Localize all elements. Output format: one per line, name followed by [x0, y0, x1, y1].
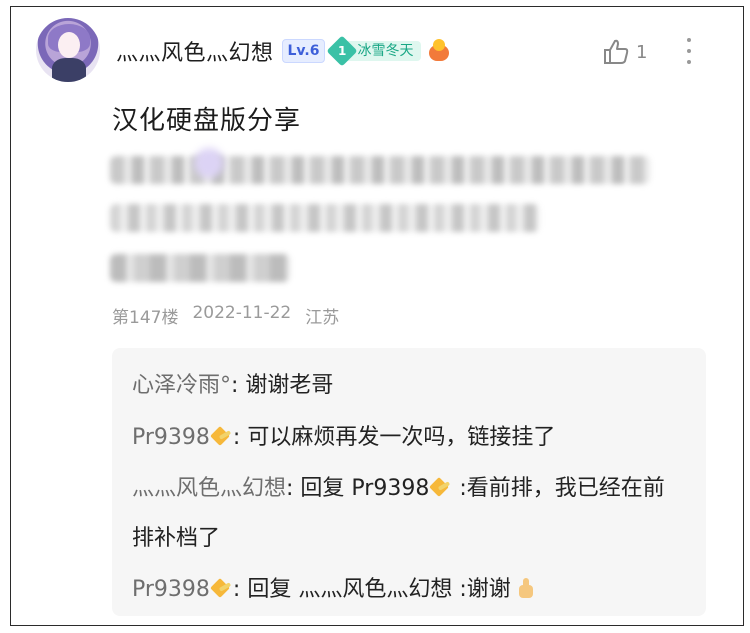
reply-separator: :	[286, 476, 301, 501]
reply-text: 可以麻烦再发一次吗，链接挂了	[247, 425, 556, 450]
reply-item[interactable]: 心泽冷雨°: 谢谢老哥	[132, 360, 686, 412]
thumbs-up-emoji-icon	[515, 577, 535, 599]
more-dot	[687, 38, 691, 42]
reply-author[interactable]: Pr9398	[132, 577, 210, 602]
reply-author[interactable]: 心泽冷雨°	[132, 373, 231, 398]
reply-text: :谢谢	[452, 577, 511, 602]
comment-meta: 第147楼 2022-11-22 江苏	[112, 303, 339, 328]
comment-title: 汉化硬盘版分享	[112, 106, 302, 136]
sparkle-icon	[211, 425, 233, 447]
reply-word: 回复	[300, 476, 352, 501]
reply-item[interactable]: 灬灬风色灬幻想: 回复 Pr9398 :看前排，我已经在前排补档了	[132, 464, 686, 564]
avatar-face	[58, 32, 80, 58]
medal-icon[interactable]	[427, 39, 451, 63]
sparkle-icon	[430, 476, 452, 498]
post-date: 2022-11-22	[192, 303, 292, 323]
sparkle-icon	[211, 577, 233, 599]
blurred-emoji	[194, 148, 224, 178]
comment-header: 灬灬风色灬幻想 Lv.6 1 冰雪冬天	[116, 34, 451, 68]
username[interactable]: 灬灬风色灬幻想	[116, 35, 274, 67]
floor-number: 第147楼	[112, 308, 179, 328]
fan-badge[interactable]: 1 冰雪冬天	[326, 35, 422, 67]
blurred-content	[110, 254, 290, 282]
reply-target[interactable]: 灬灬风色灬幻想	[298, 577, 452, 602]
reply-separator: :	[232, 577, 248, 602]
reply-target[interactable]: Pr9398	[351, 476, 429, 501]
thumb-up-icon	[604, 39, 629, 64]
avatar-body	[52, 58, 86, 82]
reply-item[interactable]: Pr9398: 回复 灬灬风色灬幻想 :谢谢	[132, 564, 686, 616]
more-dot	[687, 60, 691, 64]
reply-list[interactable]: 心泽冷雨°: 谢谢老哥 Pr9398: 可以麻烦再发一次吗，链接挂了 灬灬风色灬…	[112, 348, 706, 616]
blurred-content	[110, 204, 540, 232]
more-vertical-icon[interactable]	[682, 38, 696, 64]
reply-author[interactable]: Pr9398	[132, 425, 210, 450]
reply-text: 谢谢老哥	[245, 373, 334, 398]
fan-badge-name: 冰雪冬天	[347, 41, 422, 61]
like-button[interactable]: 1	[602, 38, 647, 66]
ip-location: 江苏	[305, 308, 340, 328]
more-dot	[687, 49, 691, 53]
blurred-content	[110, 156, 650, 184]
user-avatar[interactable]	[36, 18, 100, 82]
reply-separator: :	[231, 373, 246, 398]
reply-author[interactable]: 灬灬风色灬幻想	[132, 476, 286, 501]
reply-item[interactable]: Pr9398: 可以麻烦再发一次吗，链接挂了	[132, 412, 686, 464]
reply-separator: :	[232, 425, 248, 450]
reply-word: 回复	[247, 577, 299, 602]
fan-badge-level: 1	[338, 43, 347, 58]
level-badge[interactable]: Lv.6	[281, 39, 326, 63]
like-count: 1	[636, 41, 648, 63]
